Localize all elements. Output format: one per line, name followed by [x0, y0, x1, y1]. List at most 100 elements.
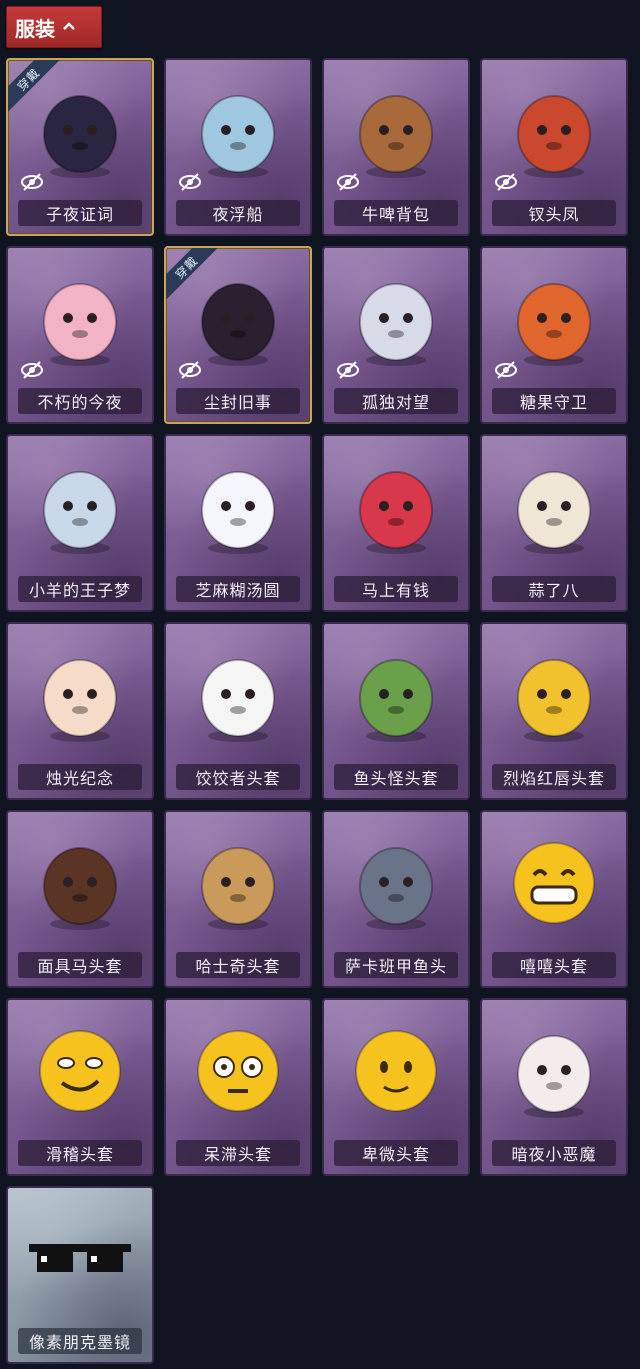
dumpling-icon [201, 659, 275, 742]
costume-name: 蒜了八 [492, 576, 616, 602]
husky-sunglasses-icon [201, 847, 275, 930]
costume-name: 烛光纪念 [18, 764, 142, 790]
hidden-eye-icon[interactable] [494, 360, 518, 380]
hidden-eye-icon[interactable] [20, 172, 44, 192]
hidden-eye-icon[interactable] [178, 172, 202, 192]
rice-ball-icon [166, 436, 310, 578]
costume-card[interactable]: 钗头凤 [480, 58, 628, 236]
jellyfish-icon [201, 95, 275, 178]
armored-fish-icon [324, 812, 468, 954]
costume-name: 不朽的今夜 [18, 388, 142, 414]
hidden-eye-icon [179, 173, 201, 191]
costume-card[interactable]: 蒜了八 [480, 434, 628, 612]
costume-name: 糖果守卫 [492, 388, 616, 414]
costume-card[interactable]: 呆滞头套 [164, 998, 312, 1176]
owl-costume-icon [43, 95, 117, 178]
chibi-doll-charm-icon [201, 283, 275, 366]
costume-card[interactable]: 萨卡班甲鱼头 [322, 810, 470, 988]
category-header-button[interactable]: 服装 [6, 6, 102, 48]
husky-sunglasses-icon [166, 812, 310, 954]
red-horse-icon [324, 436, 468, 578]
costume-card[interactable]: 哈士奇头套 [164, 810, 312, 988]
rice-ball-icon [201, 471, 275, 554]
hidden-eye-icon [495, 361, 517, 379]
costume-name: 牛啤背包 [334, 200, 458, 226]
chevron-up-icon [63, 22, 75, 30]
hidden-eye-icon [337, 361, 359, 379]
hidden-eye-icon[interactable] [336, 172, 360, 192]
costume-card[interactable]: 芝麻糊汤圆 [164, 434, 312, 612]
pumpkin-scarecrow-charm-icon [517, 283, 591, 366]
costume-name: 面具马头套 [18, 952, 142, 978]
costume-name: 夜浮船 [176, 200, 300, 226]
costume-card[interactable]: 牛啤背包 [322, 58, 470, 236]
costume-name: 子夜证词 [18, 200, 142, 226]
smirk-emoji-icon [8, 1000, 152, 1142]
costume-name: 萨卡班甲鱼头 [334, 952, 458, 978]
yellow-mask-sunglasses-icon [482, 624, 626, 766]
humble-emoji-icon [324, 1000, 468, 1142]
costume-card[interactable]: 穿戴 子夜证词 [6, 58, 154, 236]
costume-card[interactable]: 鱼头怪头套 [322, 622, 470, 800]
hidden-eye-icon [495, 173, 517, 191]
hidden-eye-icon[interactable] [178, 360, 202, 380]
grinning-emoji-icon [513, 842, 595, 924]
costume-name: 卑微头套 [334, 1140, 458, 1166]
fox-sundae-charm-icon [43, 283, 117, 366]
smirk-emoji-icon [39, 1030, 121, 1112]
costume-card[interactable]: 像素朋克墨镜 [6, 1186, 154, 1364]
costume-grid: 穿戴 子夜证词 夜浮船 牛啤背包 钗头凤 不朽的今夜 穿戴 尘封旧事 孤独对望 … [6, 58, 634, 1364]
hidden-eye-icon [21, 173, 43, 191]
hidden-eye-icon[interactable] [494, 172, 518, 192]
pixel-sunglasses-icon [8, 1188, 152, 1330]
costume-name: 尘封旧事 [176, 388, 300, 414]
yellow-mask-sunglasses-icon [517, 659, 591, 742]
costume-name: 饺饺者头套 [176, 764, 300, 790]
costume-name: 孤独对望 [334, 388, 458, 414]
costume-name: 钗头凤 [492, 200, 616, 226]
costume-card[interactable]: 穿戴 尘封旧事 [164, 246, 312, 424]
costume-card[interactable]: 暗夜小恶魔 [480, 998, 628, 1176]
sheep-crown-icon [8, 436, 152, 578]
candle-icon [43, 659, 117, 742]
silver-hair-doll-charm-icon [359, 283, 433, 366]
horse-mask-icon [43, 847, 117, 930]
costume-card[interactable]: 烛光纪念 [6, 622, 154, 800]
costume-card[interactable]: 面具马头套 [6, 810, 154, 988]
little-devil-icon [517, 1035, 591, 1118]
costume-card[interactable]: 卑微头套 [322, 998, 470, 1176]
costume-card[interactable]: 夜浮船 [164, 58, 312, 236]
costume-name: 嘻嘻头套 [492, 952, 616, 978]
garlic-icon [517, 471, 591, 554]
horse-mask-icon [8, 812, 152, 954]
costume-name: 鱼头怪头套 [334, 764, 458, 790]
phoenix-headdress-icon [517, 95, 591, 178]
humble-emoji-icon [355, 1030, 437, 1112]
costume-card[interactable]: 孤独对望 [322, 246, 470, 424]
costume-card[interactable]: 小羊的王子梦 [6, 434, 154, 612]
hidden-eye-icon[interactable] [336, 360, 360, 380]
costume-name: 呆滞头套 [176, 1140, 300, 1166]
costume-card[interactable]: 不朽的今夜 [6, 246, 154, 424]
costume-card[interactable]: 马上有钱 [322, 434, 470, 612]
grinning-emoji-icon [482, 812, 626, 954]
category-title: 服装 [15, 18, 55, 41]
costume-card[interactable]: 滑稽头套 [6, 998, 154, 1176]
costume-card[interactable]: 饺饺者头套 [164, 622, 312, 800]
cow-barrel-backpack-icon [359, 95, 433, 178]
hidden-eye-icon [337, 173, 359, 191]
hidden-eye-icon[interactable] [20, 360, 44, 380]
costume-card[interactable]: 嘻嘻头套 [480, 810, 628, 988]
dumpling-icon [166, 624, 310, 766]
costume-card[interactable]: 烈焰红唇头套 [480, 622, 628, 800]
sheep-crown-icon [43, 471, 117, 554]
dazed-emoji-icon [197, 1030, 279, 1112]
costume-name: 芝麻糊汤圆 [176, 576, 300, 602]
costume-card[interactable]: 糖果守卫 [480, 246, 628, 424]
costume-name: 马上有钱 [334, 576, 458, 602]
garlic-icon [482, 436, 626, 578]
costume-name: 滑稽头套 [18, 1140, 142, 1166]
dazed-emoji-icon [166, 1000, 310, 1142]
costume-name: 小羊的王子梦 [18, 576, 142, 602]
candle-icon [8, 624, 152, 766]
